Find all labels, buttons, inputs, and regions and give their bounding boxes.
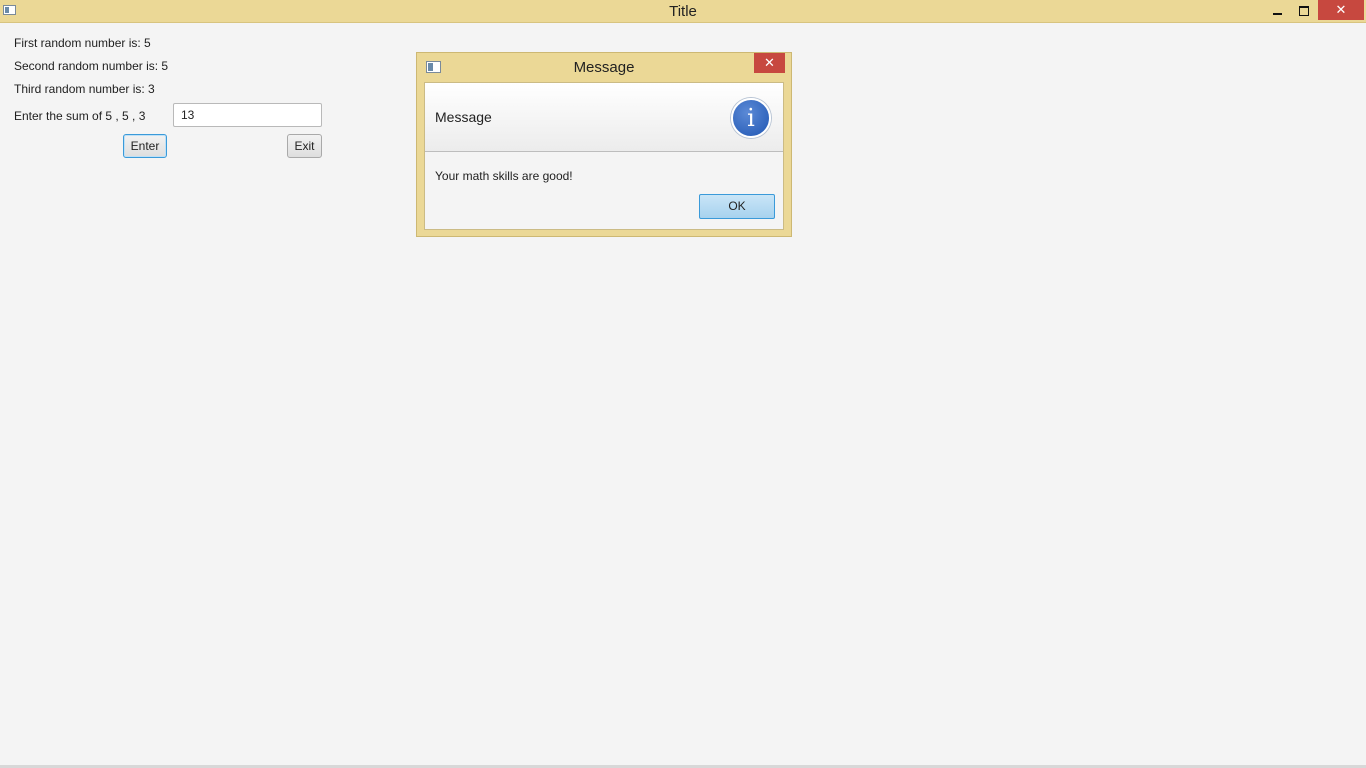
- restore-button[interactable]: [1290, 0, 1318, 20]
- ok-button[interactable]: OK: [699, 194, 775, 219]
- main-window: Title ✕ First random number is: 5 Second…: [0, 0, 1366, 768]
- title-bar[interactable]: Title ✕: [0, 0, 1366, 23]
- exit-button[interactable]: Exit: [287, 134, 322, 158]
- restore-icon: [1299, 5, 1309, 16]
- dialog-close-button[interactable]: ✕: [754, 53, 785, 73]
- dialog-header: Message i: [425, 83, 783, 152]
- message-dialog: Message ✕ Message i Your math skills are…: [416, 52, 792, 237]
- minimize-button[interactable]: [1262, 0, 1292, 20]
- enter-button[interactable]: Enter: [123, 134, 167, 158]
- sum-input[interactable]: 13: [173, 103, 322, 127]
- window-title: Title: [669, 3, 697, 20]
- minimize-icon: [1272, 12, 1282, 15]
- dialog-body: Message i Your math skills are good! OK: [424, 82, 784, 230]
- first-number-label: First random number is: 5: [14, 36, 151, 50]
- dialog-header-text: Message: [435, 109, 492, 125]
- dialog-title: Message: [573, 59, 635, 76]
- third-number-label: Third random number is: 3: [14, 82, 155, 96]
- sum-prompt-label: Enter the sum of 5 , 5 , 3: [14, 109, 146, 123]
- second-number-label: Second random number is: 5: [14, 59, 169, 73]
- dialog-message-text: Your math skills are good!: [435, 169, 573, 183]
- close-button[interactable]: ✕: [1318, 0, 1364, 20]
- info-icon: i: [731, 98, 771, 138]
